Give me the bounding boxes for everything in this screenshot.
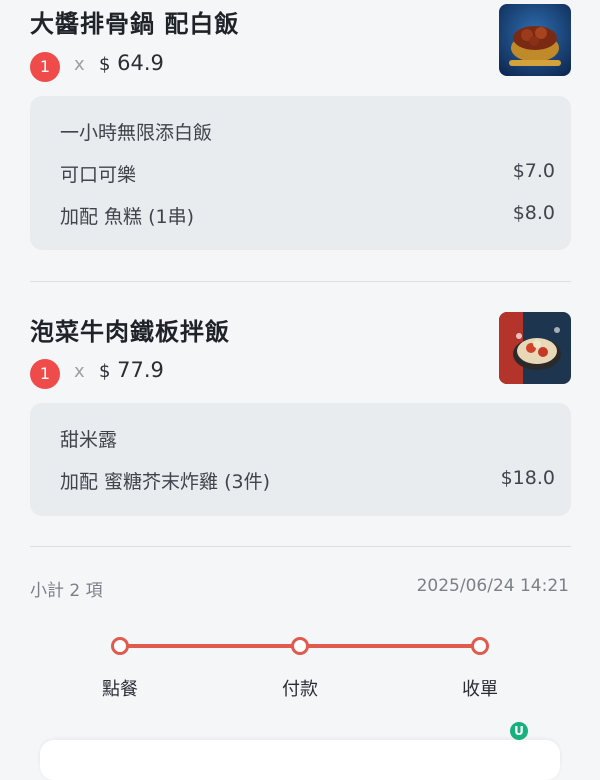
option-price: $7.0 bbox=[512, 160, 555, 182]
option-label: 可口可樂 bbox=[60, 164, 137, 186]
item-name: 泡菜牛肉鐵板拌飯 bbox=[30, 318, 230, 346]
divider bbox=[30, 546, 571, 547]
multiply-sign: x bbox=[74, 361, 85, 382]
currency-symbol: $ bbox=[99, 54, 111, 75]
option-row: 一小時無限添白飯 bbox=[60, 118, 555, 145]
food-thumbnail bbox=[499, 4, 571, 76]
multiply-sign: x bbox=[74, 54, 85, 75]
divider bbox=[30, 281, 571, 282]
item-options: 一小時無限添白飯 可口可樂 $7.0 加配 魚糕 (1串) $8.0 bbox=[30, 96, 571, 250]
step-label-order: 點餐 bbox=[102, 679, 138, 700]
option-label: 加配 魚糕 (1串) bbox=[60, 206, 194, 228]
progress-dot bbox=[291, 637, 309, 655]
option-row: 加配 魚糕 (1串) $8.0 bbox=[60, 202, 555, 229]
price-value: 77.9 bbox=[117, 358, 164, 382]
order-datetime: 2025/06/24 14:21 bbox=[416, 576, 569, 596]
item-options: 甜米露 加配 蜜糖芥末炸雞 (3件) $18.0 bbox=[30, 403, 571, 516]
step-label-received: 收單 bbox=[462, 679, 498, 700]
quantity-badge: 1 bbox=[30, 359, 60, 389]
bottom-card bbox=[40, 740, 560, 780]
item-price: $ 64.9 bbox=[99, 51, 164, 75]
option-row: 加配 蜜糖芥末炸雞 (3件) $18.0 bbox=[60, 467, 555, 494]
option-row: 可口可樂 $7.0 bbox=[60, 160, 555, 187]
food-thumbnail bbox=[499, 312, 571, 384]
watermark: U bbox=[510, 722, 528, 740]
option-price: $8.0 bbox=[512, 202, 555, 224]
option-price: $18.0 bbox=[500, 467, 555, 489]
option-label: 甜米露 bbox=[60, 429, 118, 451]
subtotal-count: 小計 2 項 bbox=[30, 581, 103, 601]
watermark-logo-icon: U bbox=[510, 722, 528, 740]
progress-dot bbox=[111, 637, 129, 655]
progress-dot bbox=[471, 637, 489, 655]
step-label-payment: 付款 bbox=[282, 679, 318, 700]
quantity-badge: 1 bbox=[30, 52, 60, 82]
option-label: 一小時無限添白飯 bbox=[60, 122, 213, 144]
option-label: 加配 蜜糖芥末炸雞 (3件) bbox=[60, 471, 270, 493]
item-name: 大醬排骨鍋 配白飯 bbox=[30, 10, 240, 38]
price-value: 64.9 bbox=[117, 51, 164, 75]
option-row: 甜米露 bbox=[60, 425, 555, 452]
item-price: $ 77.9 bbox=[99, 358, 164, 382]
currency-symbol: $ bbox=[99, 361, 111, 382]
